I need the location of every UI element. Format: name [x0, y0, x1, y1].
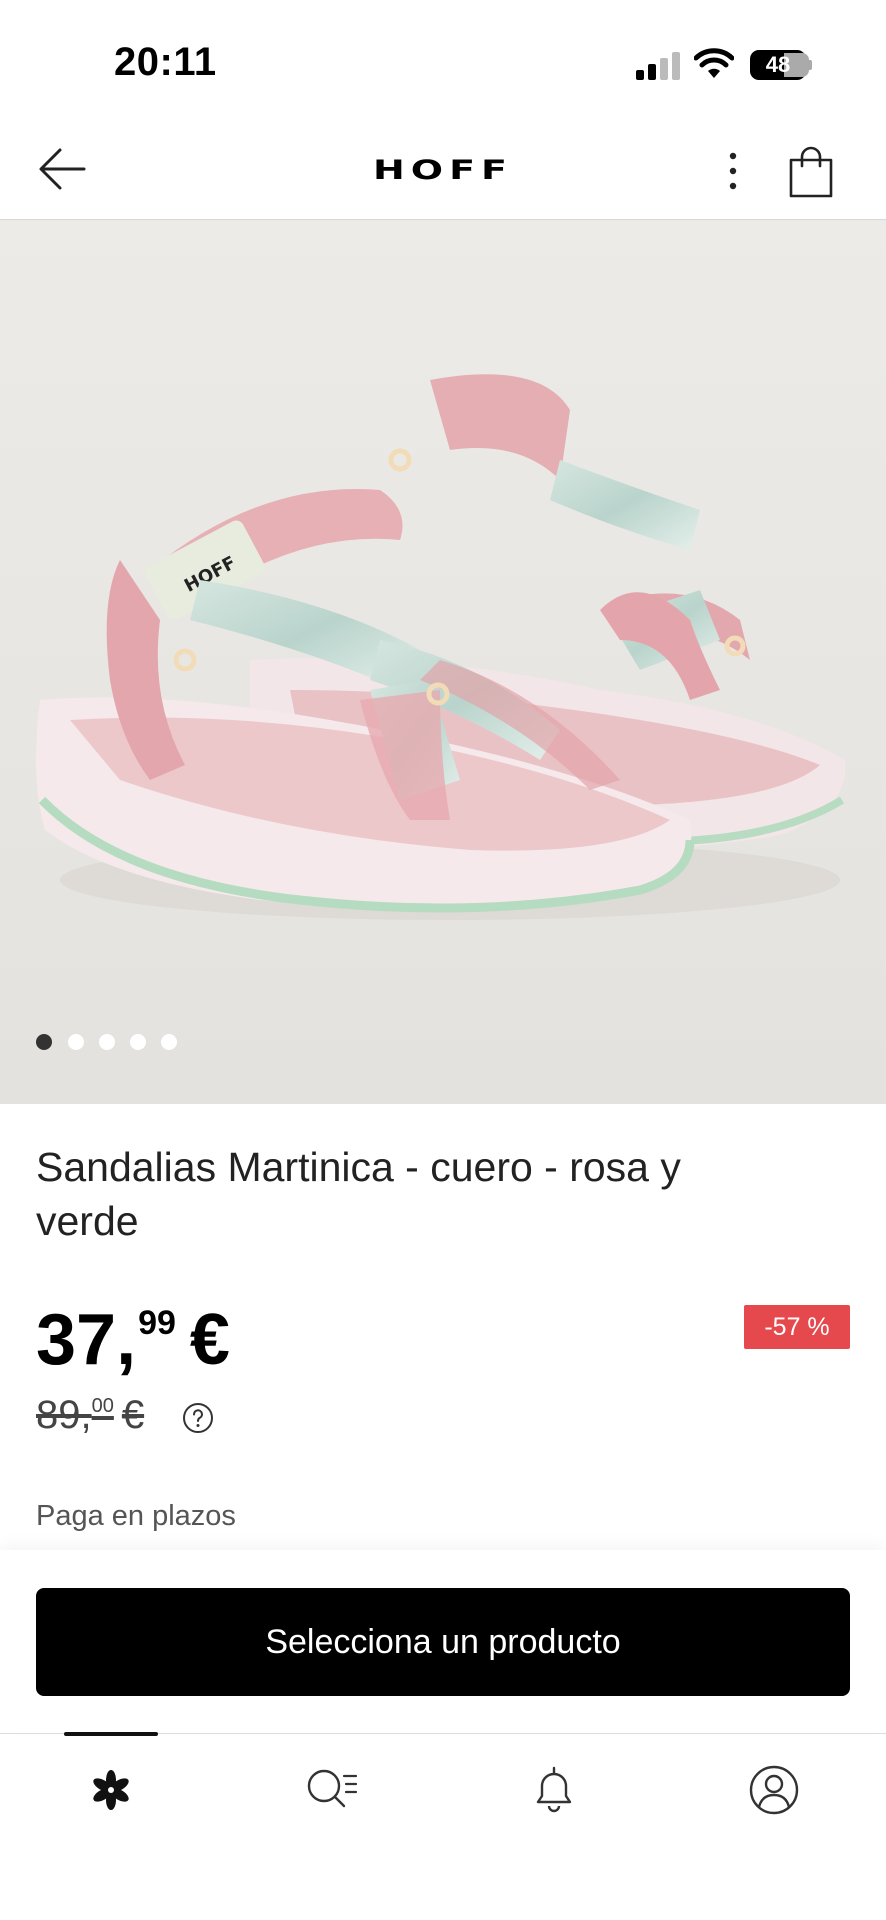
product-image[interactable]: HOFF: [0, 220, 886, 1104]
gallery-dot[interactable]: [130, 1034, 146, 1050]
battery-level: 48: [765, 52, 791, 77]
gallery-dot-active[interactable]: [36, 1034, 52, 1050]
search-list-icon[interactable]: [302, 1760, 362, 1820]
product-title: Sandalias Martinica - cuero - rosa y ver…: [36, 1144, 681, 1244]
question-help-icon[interactable]: [182, 1402, 214, 1434]
back-arrow-icon[interactable]: [36, 146, 88, 192]
more-vertical-icon[interactable]: [716, 148, 750, 194]
price-currency: €: [189, 1300, 230, 1380]
shopping-bag-icon[interactable]: [786, 146, 836, 198]
home-flower-icon[interactable]: [81, 1760, 141, 1820]
wifi-icon: [694, 48, 734, 78]
old-price-currency: €: [121, 1393, 145, 1437]
gallery-dot[interactable]: [161, 1034, 177, 1050]
old-price-integer: 89,: [36, 1393, 92, 1437]
bell-icon[interactable]: [524, 1760, 584, 1820]
select-product-button[interactable]: Selecciona un producto: [36, 1588, 850, 1696]
current-price: 37,99 €: [36, 1300, 230, 1393]
profile-icon[interactable]: [744, 1760, 804, 1820]
brand-logo[interactable]: HOFF: [360, 156, 526, 184]
gallery-dot[interactable]: [99, 1034, 115, 1050]
discount-badge: -57 %: [744, 1305, 850, 1349]
gallery-dot[interactable]: [68, 1034, 84, 1050]
bottom-nav-active-indicator: [64, 1732, 158, 1736]
old-price-decimals: 00: [91, 1395, 114, 1417]
price-integer: 37,: [36, 1300, 137, 1380]
price-decimals: 99: [138, 1304, 176, 1342]
old-price: 89,00 €: [36, 1390, 144, 1447]
sandal-illustration: HOFF: [0, 220, 886, 1104]
battery-icon: 48: [750, 50, 812, 80]
installments-link[interactable]: Paga en plazos: [36, 1500, 236, 1533]
status-time: 20:11: [114, 40, 217, 84]
cellular-signal-icon: [636, 52, 682, 80]
